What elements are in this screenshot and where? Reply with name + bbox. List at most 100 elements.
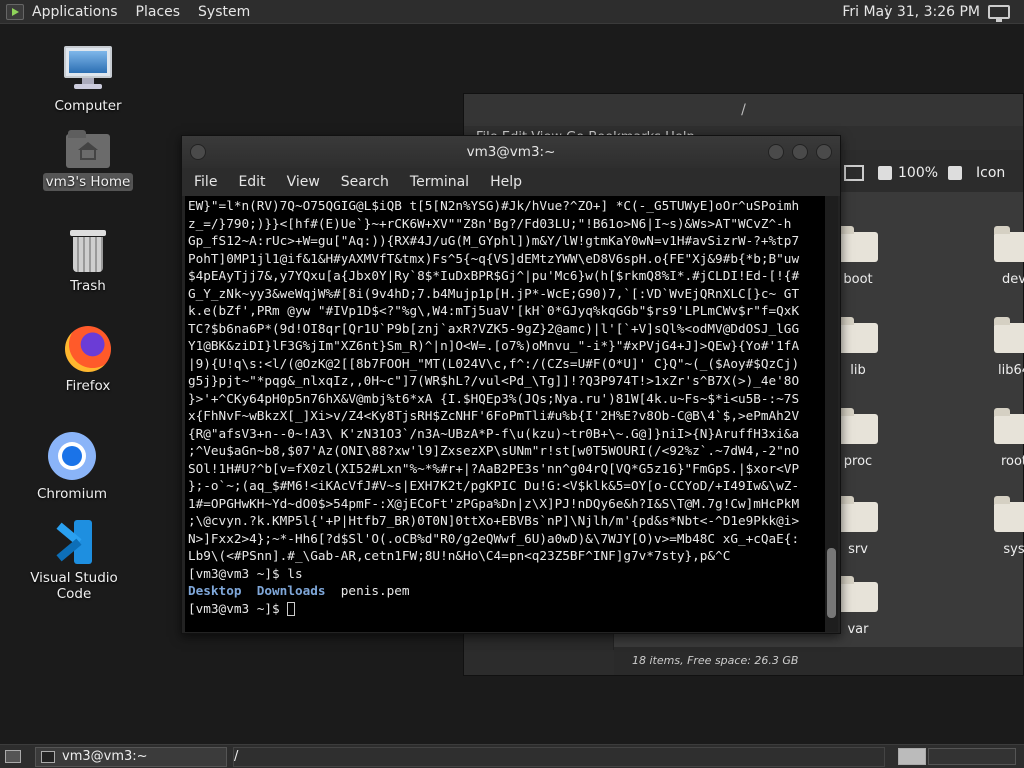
terminal-window[interactable]: vm3@vm3:~ File Edit View Search Terminal… [181, 135, 841, 634]
desktop-icon-vscode[interactable]: Visual Studio Code [14, 520, 134, 602]
show-desktop-icon[interactable] [5, 750, 21, 763]
desktop-icon-label: Trash [70, 278, 106, 294]
terminal-line: };-o`~;(aq_$#M6!<iKAcVfJ#V~s|EXH7K2t/pgK… [188, 478, 800, 493]
ls-file: penis.pem [340, 583, 410, 598]
folder-icon [994, 408, 1024, 444]
scrollbar-thumb[interactable] [827, 548, 836, 618]
folder-label: sys [1003, 542, 1024, 557]
file-manager-status: 18 items, Free space: 26.3 GB [614, 647, 1023, 675]
terminal-titlebar[interactable]: vm3@vm3:~ [182, 136, 840, 168]
terminal-menu-view[interactable]: View [287, 174, 320, 190]
ls-output-line: Desktop Downloads penis.pem [188, 582, 824, 600]
maximize-button[interactable] [792, 144, 808, 160]
clock[interactable]: Fri May 31, 3:26 PM [842, 4, 980, 20]
desktop-icon-computer[interactable]: Computer [33, 46, 143, 114]
network-icon[interactable] [988, 5, 1010, 22]
folder-icon [994, 226, 1024, 262]
zoom-in-icon[interactable] [948, 166, 963, 180]
folder-lib64[interactable]: lib64 [984, 317, 1024, 378]
trash-icon [70, 230, 106, 272]
terminal-output[interactable]: EW}"=l*n(RV)7Q~O75QGIG@L$iQB t[5[N2n%YSG… [185, 196, 826, 632]
terminal-menu-edit[interactable]: Edit [238, 174, 265, 190]
terminal-line: z_=/}790;)}}<[hf#(E)Ue`}~+rCK6W+XV""Z8n'… [188, 215, 792, 231]
zoom-level: 100% [898, 165, 939, 181]
folder-icon [838, 576, 878, 612]
folder-sys[interactable]: sys [984, 496, 1024, 557]
terminal-line: G_Y_zNk~yy3&weWqjW%#[8i(9v4hD;7.b4Mujp1p… [188, 285, 800, 301]
file-manager-title: / [464, 94, 1023, 126]
folder-icon [838, 496, 878, 532]
terminal-menubar: File Edit View Search Terminal Help [182, 168, 840, 196]
terminal-line: g5j}pjt~"*pqg&_nlxqIz,,0H~c"]7(WR$hL?/vu… [188, 373, 800, 388]
desktop-icon-label: Firefox [65, 378, 111, 394]
terminal-line: }>'+^CKy64pH0p5n76hX&V@mbj%t6*xA {I.$HQE… [188, 390, 800, 406]
folder-icon [994, 496, 1024, 532]
view-mode-select[interactable]: Icon [976, 165, 1005, 181]
terminal-line: Y1@BK&ziDI}lF3G%jIm"XZ6nt}Sm_R)^|n]O<W=.… [188, 338, 800, 353]
terminal-icon [41, 751, 55, 763]
desktop-icon-label: Visual Studio Code [30, 570, 118, 602]
desktop-icon-home[interactable]: vm3's Home [33, 130, 143, 191]
folder-icon [994, 317, 1024, 353]
terminal-prompt: [vm3@vm3 ~]$ [188, 600, 288, 616]
folder-label: dev [1002, 272, 1024, 287]
ls-dir-downloads: Downloads [256, 583, 326, 598]
desktop-icon-label: vm3's Home [42, 173, 134, 191]
taskbar-item-file-manager[interactable]: / [233, 747, 885, 767]
workspace-2[interactable] [928, 748, 1016, 765]
terminal-line: N>]Fxx2>4};~*-Hh6[?d$Sl'O(.oCB%d"R0/g2eQ… [188, 530, 800, 546]
terminal-title: vm3@vm3:~ [466, 144, 556, 160]
applications-icon[interactable] [6, 3, 24, 20]
terminal-line: {R@"afsV3+n--0~!A3\ K'zN31O3`/n3A~UBzA*P… [188, 425, 800, 441]
terminal-line: EW}"=l*n(RV)7Q~O75QGIG@L$iQB t[5[N2n%YSG… [188, 198, 800, 213]
terminal-line: ;^Veu$aGn~b8,$07'Az(ONI\88?xw'l9]ZxsezXP… [188, 443, 800, 458]
terminal-line: $4pEAyTjj7&,y7YQxu[a{Jbx0Y|Ry`8$*IuDxBPR… [188, 268, 800, 283]
terminal-prompt-line[interactable]: [vm3@vm3 ~]$ [188, 600, 824, 618]
taskbar-item-label: / [234, 749, 239, 764]
terminal-menu-file[interactable]: File [194, 174, 217, 190]
folder-icon [838, 226, 878, 262]
terminal-line: |9){U!q\s:<l/(@OzK@2[[8b7FOOH_"MT(L024V\… [188, 355, 800, 371]
terminal-cursor [287, 602, 296, 616]
desktop-icon-chromium[interactable]: Chromium [17, 432, 127, 502]
terminal-line: SOl!1H#U?^b[v=fX0zl(XI52#Lxn"%~*%#r+|?Aa… [188, 460, 800, 476]
desktop-icon-trash[interactable]: Trash [33, 230, 143, 294]
menu-places[interactable]: Places [136, 4, 181, 20]
terminal-line: Gp_fS12~A:rUc>+W=gu["Aq:)){RX#4J/uG(M_GY… [188, 233, 800, 248]
folder-label: lib64 [997, 363, 1024, 378]
desktop-icon-label: Chromium [36, 486, 108, 502]
terminal-menu-terminal[interactable]: Terminal [410, 174, 469, 190]
menu-applications[interactable]: Applications [32, 4, 118, 20]
terminal-line: k.e(bZf',PRm @yw "#IVp1D$<?"%g\,W4:mTj5u… [188, 303, 800, 318]
computer-icon [64, 46, 112, 92]
menu-system[interactable]: System [198, 4, 250, 20]
taskbar-item-terminal[interactable]: vm3@vm3:~ [35, 747, 227, 767]
desktop-icon-label: Computer [54, 98, 122, 114]
zoom-out-icon[interactable] [878, 166, 892, 180]
folder-icon [838, 317, 878, 353]
folder-label: root [1000, 454, 1024, 469]
computer-location-icon[interactable] [844, 165, 864, 181]
terminal-line: TC?$b6na6P*(9d!OI8qr[Qr1U`P9b[znj`axR?VZ… [188, 320, 800, 336]
vscode-icon [52, 520, 96, 564]
folder-dev[interactable]: dev [984, 226, 1024, 287]
minimize-button[interactable] [768, 144, 784, 160]
terminal-menu-search[interactable]: Search [341, 174, 389, 190]
terminal-line: x{FhNvF~wBkzX[_]Xi>v/Z4<Ky8TjsRH$ZcNHF'6… [188, 408, 800, 423]
desktop-icon-firefox[interactable]: Firefox [33, 326, 143, 394]
window-menu-button[interactable] [190, 144, 206, 160]
folder-root[interactable]: root [984, 408, 1024, 469]
folder-icon [838, 408, 878, 444]
top-panel: Applications Places System Fri May 31, 3… [0, 0, 1024, 24]
terminal-line: Lb9\(<#PSnn].#_\Gab-AR,cetn1FW;8U!n&Ho\C… [188, 548, 731, 563]
workspace-switcher[interactable] [898, 748, 926, 765]
close-button[interactable] [816, 144, 832, 160]
bottom-panel: vm3@vm3:~ / [0, 744, 1024, 768]
ls-dir-desktop: Desktop [188, 583, 242, 598]
firefox-icon [65, 326, 111, 372]
file-manager-toolbar: 100% Icon [844, 156, 1005, 190]
terminal-scrollbar[interactable] [825, 196, 838, 632]
terminal-menu-help[interactable]: Help [490, 174, 522, 190]
chromium-icon [48, 432, 96, 480]
terminal-prompt-line: [vm3@vm3 ~]$ ls [188, 565, 303, 581]
